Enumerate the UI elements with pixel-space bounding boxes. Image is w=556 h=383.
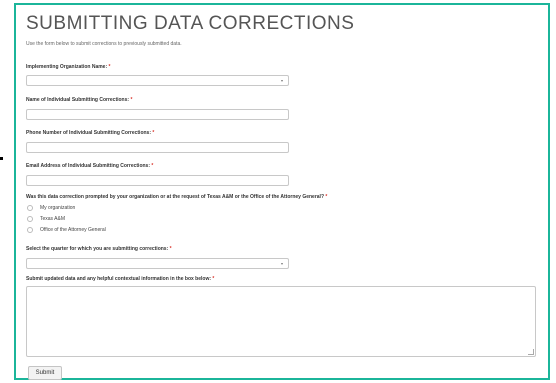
quarter-label-text: Select the quarter for which you are sub… — [26, 246, 169, 252]
prompted-label-text: Was this data correction prompted by you… — [26, 194, 325, 200]
details-label: Submit updated data and any helpful cont… — [26, 276, 214, 282]
submit-button[interactable]: Submit — [28, 366, 62, 380]
quarter-label: Select the quarter for which you are sub… — [26, 246, 172, 252]
radio-texas-am[interactable] — [27, 216, 33, 222]
quarter-select[interactable]: ▾ — [26, 258, 289, 269]
required-marker: * — [151, 163, 154, 169]
email-input[interactable] — [26, 175, 289, 186]
radio-label-my-organization: My organization — [40, 205, 76, 211]
email-label-text: Email Address of Individual Submitting C… — [26, 163, 150, 169]
required-marker: * — [212, 276, 215, 282]
radio-label-texas-am: Texas A&M — [40, 216, 66, 222]
required-marker: * — [108, 64, 111, 70]
prompted-label: Was this data correction prompted by you… — [26, 194, 327, 200]
radio-my-organization[interactable] — [27, 205, 33, 211]
required-marker: * — [130, 97, 133, 103]
required-marker: * — [169, 246, 172, 252]
name-input[interactable] — [26, 109, 289, 120]
radio-attorney-general[interactable] — [27, 227, 33, 233]
org-select[interactable]: ▾ — [26, 75, 289, 86]
chevron-down-icon: ▾ — [280, 78, 283, 83]
details-label-text: Submit updated data and any helpful cont… — [26, 276, 212, 282]
form-container: SUBMITTING DATA CORRECTIONS Use the form… — [14, 3, 550, 380]
list-bullet — [0, 157, 3, 160]
form-intro: Use the form below to submit corrections… — [26, 41, 182, 47]
required-marker: * — [325, 194, 328, 200]
name-label-text: Name of Individual Submitting Correction… — [26, 97, 130, 103]
page-title: SUBMITTING DATA CORRECTIONS — [26, 13, 355, 34]
details-textarea[interactable] — [26, 286, 536, 357]
phone-label-text: Phone Number of Individual Submitting Co… — [26, 130, 152, 136]
name-label: Name of Individual Submitting Correction… — [26, 97, 132, 103]
radio-label-attorney-general: Office of the Attorney General — [40, 227, 106, 233]
chevron-down-icon: ▾ — [280, 261, 283, 266]
resize-handle-icon[interactable] — [528, 349, 534, 355]
org-label-text: Implementing Organization Name: — [26, 64, 108, 70]
required-marker: * — [152, 130, 155, 136]
org-label: Implementing Organization Name: * — [26, 64, 110, 70]
email-label: Email Address of Individual Submitting C… — [26, 163, 153, 169]
phone-input[interactable] — [26, 142, 289, 153]
phone-label: Phone Number of Individual Submitting Co… — [26, 130, 154, 136]
